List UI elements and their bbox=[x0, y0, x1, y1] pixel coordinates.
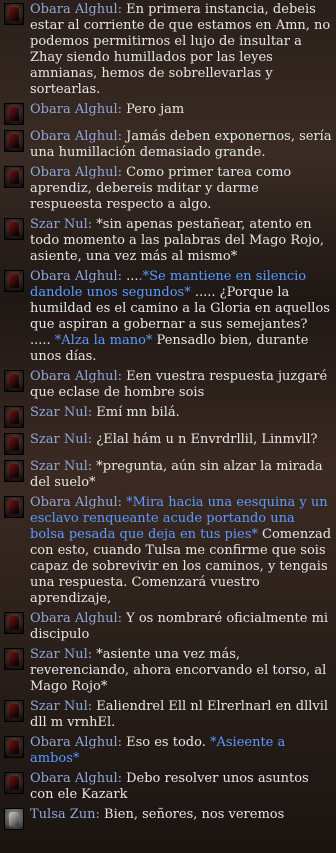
speaker-name[interactable]: Tulsa Zun: bbox=[30, 807, 100, 822]
speaker-name[interactable]: Obara Alghul: bbox=[30, 611, 122, 626]
message-body: Obara Alghul: *Mira hacia una eesquina y… bbox=[30, 495, 332, 607]
obara-portrait-icon[interactable] bbox=[4, 736, 24, 758]
speaker-name[interactable]: Szar Nul: bbox=[30, 432, 92, 447]
message-body: Obara Alghul: En primera instancia, debe… bbox=[30, 2, 332, 98]
szar-portrait-icon[interactable] bbox=[4, 700, 24, 722]
emote-text: *Alza la mano* bbox=[54, 333, 153, 348]
chat-message: Szar Nul: *sin apenas pestañear, atento … bbox=[4, 217, 332, 265]
obara-portrait-icon[interactable] bbox=[4, 370, 24, 392]
speaker-name[interactable]: Szar Nul: bbox=[30, 647, 92, 662]
message-body: Szar Nul: Ealiendrel Ell nl Elrerlnarl e… bbox=[30, 699, 332, 731]
chat-message: Tulsa Zun: Bien, señores, nos veremos bbox=[4, 807, 332, 830]
speaker-name[interactable]: Obara Alghul: bbox=[30, 102, 122, 117]
message-text: Emí mn bilá. bbox=[92, 405, 180, 420]
chat-message: Szar Nul: Emí mn bilá. bbox=[4, 405, 332, 428]
chat-log: Obara Alghul: En primera instancia, debe… bbox=[0, 0, 336, 830]
message-body: Tulsa Zun: Bien, señores, nos veremos bbox=[30, 807, 332, 823]
obara-portrait-icon[interactable] bbox=[4, 496, 24, 518]
speaker-name[interactable]: Obara Alghul: bbox=[30, 129, 122, 144]
obara-portrait-icon[interactable] bbox=[4, 270, 24, 292]
szar-portrait-icon[interactable] bbox=[4, 460, 24, 482]
szar-portrait-icon[interactable] bbox=[4, 218, 24, 240]
message-text: Pero jam bbox=[121, 102, 185, 117]
chat-message: Obara Alghul: Como primer tarea como apr… bbox=[4, 165, 332, 213]
szar-portrait-icon[interactable] bbox=[4, 648, 24, 670]
speaker-name[interactable]: Obara Alghul: bbox=[30, 2, 122, 17]
speaker-name[interactable]: Szar Nul: bbox=[30, 699, 92, 714]
obara-portrait-icon[interactable] bbox=[4, 612, 24, 634]
speaker-name[interactable]: Obara Alghul: bbox=[30, 269, 122, 284]
message-body: Szar Nul: *sin apenas pestañear, atento … bbox=[30, 217, 332, 265]
chat-message: Obara Alghul: Pero jam bbox=[4, 102, 332, 125]
message-text: Bien, señores, nos veremos bbox=[99, 807, 285, 822]
message-body: Obara Alghul: Eso es todo. *Asieente a a… bbox=[30, 735, 332, 767]
message-text: ¿Elal hám u n Envrdrllil, Linmvll? bbox=[92, 432, 318, 447]
chat-message: Obara Alghul: *Mira hacia una eesquina y… bbox=[4, 495, 332, 607]
chat-message: Szar Nul: *asiente una vez más, reverenc… bbox=[4, 647, 332, 695]
chat-message: Szar Nul: Ealiendrel Ell nl Elrerlnarl e… bbox=[4, 699, 332, 731]
tulsa-portrait-icon[interactable] bbox=[4, 808, 24, 830]
speaker-name[interactable]: Obara Alghul: bbox=[30, 165, 122, 180]
message-text: Eso es todo. bbox=[121, 735, 210, 750]
chat-message: Obara Alghul: Jamás deben exponernos, se… bbox=[4, 129, 332, 161]
message-body: Szar Nul: Emí mn bilá. bbox=[30, 405, 332, 421]
chat-message: Obara Alghul: En primera instancia, debe… bbox=[4, 2, 332, 98]
message-body: Szar Nul: *pregunta, aún sin alzar la mi… bbox=[30, 459, 332, 491]
obara-portrait-icon[interactable] bbox=[4, 772, 24, 794]
message-body: Obara Alghul: Pero jam bbox=[30, 102, 332, 118]
message-body: Szar Nul: *asiente una vez más, reverenc… bbox=[30, 647, 332, 695]
szar-portrait-icon[interactable] bbox=[4, 406, 24, 428]
message-body: Obara Alghul: ....*Se mantiene en silenc… bbox=[30, 269, 332, 365]
chat-message: Obara Alghul: Y os nombraré oficialmente… bbox=[4, 611, 332, 643]
chat-message: Obara Alghul: ....*Se mantiene en silenc… bbox=[4, 269, 332, 365]
message-body: Obara Alghul: Y os nombraré oficialmente… bbox=[30, 611, 332, 643]
speaker-name[interactable]: Szar Nul: bbox=[30, 405, 92, 420]
obara-portrait-icon[interactable] bbox=[4, 3, 24, 25]
message-body: Obara Alghul: Como primer tarea como apr… bbox=[30, 165, 332, 213]
message-text: ... bbox=[121, 269, 139, 284]
speaker-name[interactable]: Szar Nul: bbox=[30, 217, 92, 232]
obara-portrait-icon[interactable] bbox=[4, 166, 24, 188]
chat-message: Szar Nul: ¿Elal hám u n Envrdrllil, Linm… bbox=[4, 432, 332, 455]
obara-portrait-icon[interactable] bbox=[4, 103, 24, 125]
message-body: Obara Alghul: Debo resolver unos asuntos… bbox=[30, 771, 332, 803]
chat-message: Obara Alghul: Een vuestra respuesta juzg… bbox=[4, 369, 332, 401]
speaker-name[interactable]: Obara Alghul: bbox=[30, 495, 122, 510]
chat-message: Obara Alghul: Debo resolver unos asuntos… bbox=[4, 771, 332, 803]
speaker-name[interactable]: Szar Nul: bbox=[30, 459, 92, 474]
szar-portrait-icon[interactable] bbox=[4, 433, 24, 455]
message-body: Obara Alghul: Een vuestra respuesta juzg… bbox=[30, 369, 332, 401]
obara-portrait-icon[interactable] bbox=[4, 130, 24, 152]
speaker-name[interactable]: Obara Alghul: bbox=[30, 771, 122, 786]
speaker-name[interactable]: Obara Alghul: bbox=[30, 369, 122, 384]
speaker-name[interactable]: Obara Alghul: bbox=[30, 735, 122, 750]
chat-message: Szar Nul: *pregunta, aún sin alzar la mi… bbox=[4, 459, 332, 491]
chat-message: Obara Alghul: Eso es todo. *Asieente a a… bbox=[4, 735, 332, 767]
message-body: Obara Alghul: Jamás deben exponernos, se… bbox=[30, 129, 332, 161]
message-body: Szar Nul: ¿Elal hám u n Envrdrllil, Linm… bbox=[30, 432, 332, 448]
